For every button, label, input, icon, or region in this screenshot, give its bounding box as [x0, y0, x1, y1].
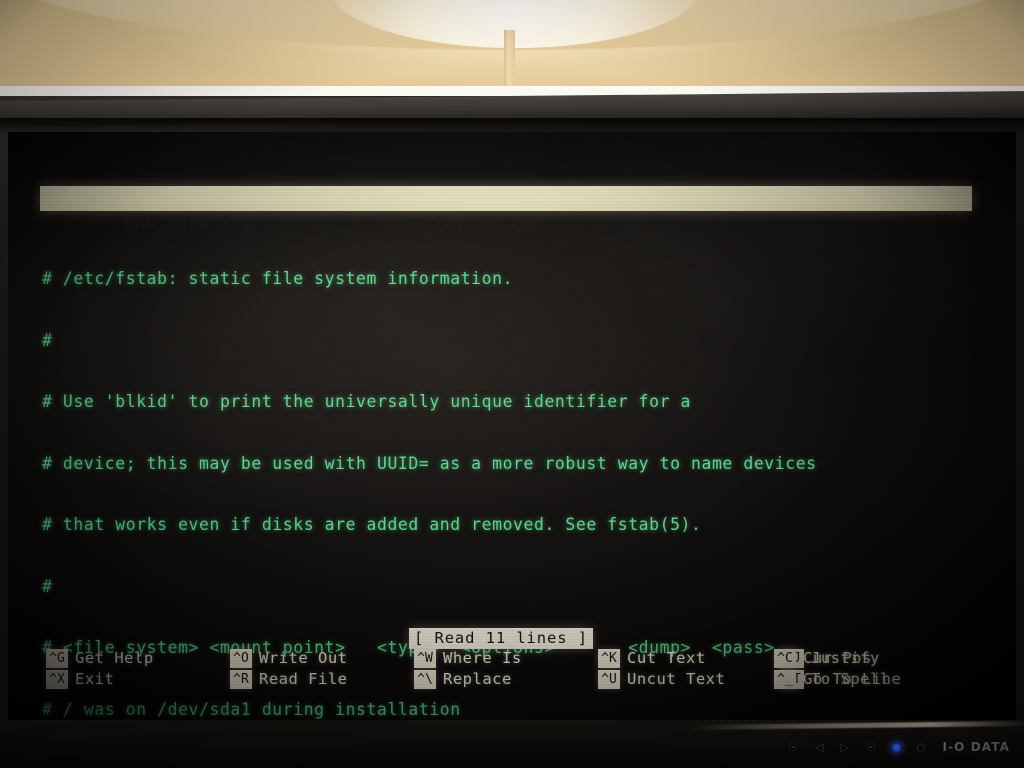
editor-line: #	[42, 576, 53, 596]
shortcut-label: Go To Line	[803, 670, 902, 688]
shortcut-uncut-text[interactable]: ^U Uncut Text	[598, 669, 782, 689]
bezel-highlight	[690, 720, 1024, 731]
editor-line: # Use 'blkid' to print the universally u…	[42, 392, 692, 411]
shortcut-replace[interactable]: ^\ Replace	[414, 669, 598, 689]
key-badge: ^W	[414, 648, 436, 668]
right-arrow-icon[interactable]: ▷	[840, 742, 848, 753]
key-badge: ^K	[598, 648, 620, 668]
shortcut-go-to-line[interactable]: ^_ Go To Line	[774, 669, 901, 689]
shortcut-cur-pos[interactable]: ^C Cur Pos	[774, 648, 901, 668]
shortcut-write-out[interactable]: ^O Write Out	[230, 648, 414, 668]
power-led-indicator	[892, 743, 900, 751]
left-arrow-icon[interactable]: ◁	[815, 742, 823, 753]
status-message: [ Read 11 lines ]	[409, 628, 593, 649]
shortcut-where-is[interactable]: ^W Where Is	[414, 648, 598, 668]
editor-line: # device; this may be used with UUID= as…	[42, 453, 817, 473]
shortcut-label: Cut Text	[627, 649, 706, 667]
editor-line: # / was on /dev/sda1 during installation	[42, 699, 461, 719]
monitor-bottom-bezel: ☉ ◁ ▷ ☉ ⏻ I-O DATA	[0, 720, 1024, 768]
shortcut-label: Exit	[75, 670, 115, 688]
monitor-osd-controls[interactable]: ☉ ◁ ▷ ☉ ⏻ I-O DATA	[788, 734, 1010, 760]
key-badge: ^\	[414, 669, 436, 689]
editor-line: # that works even if disks are added and…	[42, 515, 702, 534]
monitor-photograph: GNU nano 3.2/etc/fstab # /etc/fstab: sta…	[0, 0, 1024, 768]
power-icon[interactable]: ⏻	[917, 742, 926, 753]
shortcut-read-file[interactable]: ^R Read File	[230, 669, 414, 689]
input-select-icon[interactable]: ☉	[866, 742, 876, 753]
shortcut-exit[interactable]: ^X Exit	[46, 669, 230, 689]
monitor-brand-logo: I-O DATA	[942, 740, 1010, 754]
terminal-screen[interactable]: GNU nano 3.2/etc/fstab # /etc/fstab: sta…	[8, 132, 1016, 724]
key-badge: ^C	[774, 648, 796, 668]
menu-icon[interactable]: ☉	[788, 742, 798, 753]
key-badge: ^X	[46, 669, 68, 689]
shortcut-label: Get Help	[75, 649, 154, 667]
shortcut-help-bar-right: ^C Cur Pos ^_ Go To Line	[774, 648, 901, 689]
key-badge: ^U	[598, 669, 620, 689]
shortcut-label: Read File	[259, 670, 348, 688]
shortcut-label: Where Is	[443, 649, 522, 667]
shortcut-label: Replace	[443, 670, 512, 688]
shortcut-get-help[interactable]: ^G Get Help	[46, 648, 230, 668]
shortcut-label: Cur Pos	[803, 649, 872, 667]
key-badge: ^_	[774, 669, 796, 689]
editor-line: # /etc/fstab: static file system informa…	[42, 269, 514, 288]
shortcut-label: Write Out	[259, 649, 348, 667]
shortcut-label: Uncut Text	[627, 670, 726, 688]
nano-title-bar: GNU nano 3.2/etc/fstab	[40, 186, 972, 233]
key-badge: ^O	[230, 648, 252, 668]
shortcut-cut-text[interactable]: ^K Cut Text	[598, 648, 782, 668]
key-badge: ^G	[46, 648, 68, 668]
editor-line: #	[42, 330, 53, 350]
key-badge: ^R	[230, 669, 252, 689]
